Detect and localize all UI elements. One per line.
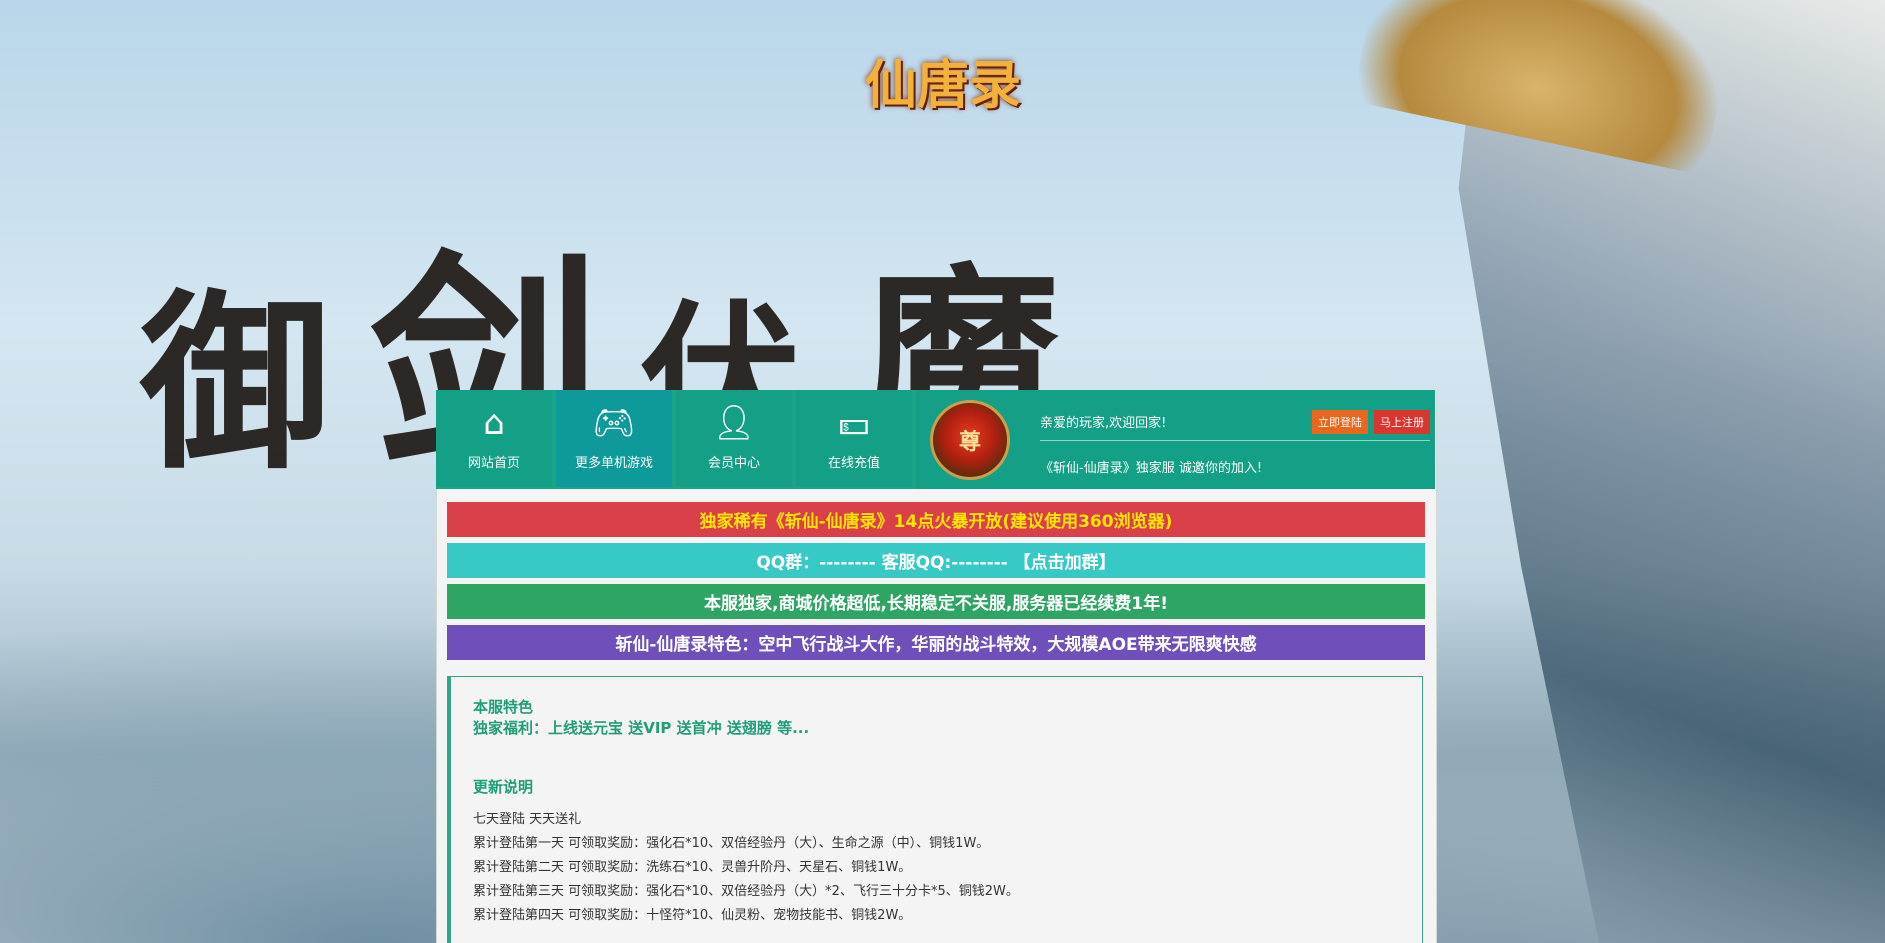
welcome-row: 亲爱的玩家,欢迎回家! 立即登陆 马上注册 — [1040, 404, 1430, 441]
update-line: 七天登陆 天天送礼 — [473, 812, 582, 827]
update-line: 累计登陆第二天 可领取奖励：洗练石*10、灵兽升阶丹、天星石、铜钱1W。 — [473, 860, 912, 875]
user-icon: 👤︎ — [712, 403, 756, 443]
gamepad-icon: 🎮︎ — [592, 403, 636, 443]
notice-banner-open[interactable]: 独家稀有《斩仙-仙唐录》14点火暴开放(建议使用360浏览器) — [447, 502, 1425, 537]
update-line: 累计登陆第三天 可领取奖励：强化石*10、双倍经验丹（大）*2、飞行三十分卡*5… — [473, 884, 1019, 899]
notice-banner-qq[interactable]: QQ群：-------- 客服QQ:-------- 【点击加群】 — [447, 543, 1425, 578]
update-line: 累计登陆第四天 可领取奖励：十怪符*10、仙灵粉、宠物技能书、铜钱2W。 — [473, 908, 912, 923]
vip-badge-icon: 尊 — [930, 399, 1010, 480]
content-panel: 本服特色 独家福利：上线送元宝 送VIP 送首冲 送翅膀 等... 更新说明 七… — [447, 676, 1423, 943]
money-icon: 💵︎ — [838, 403, 870, 443]
nav-recharge-label: 在线充值 — [827, 456, 880, 471]
update-line: 累计登陆第一天 可领取奖励：强化石*10、双倍经验丹（大）、生命之源（中）、铜钱… — [473, 836, 990, 851]
login-button[interactable]: 立即登陆 — [1312, 409, 1368, 434]
nav-home-label: 网站首页 — [467, 456, 520, 471]
invite-text: 《斩仙-仙唐录》独家服 诚邀你的加入! — [1040, 460, 1263, 476]
nav-home[interactable]: ⌂ 网站首页 — [436, 390, 552, 487]
nav-recharge[interactable]: 💵︎ 在线充值 — [796, 390, 912, 487]
update-title: 更新说明 — [473, 778, 534, 796]
home-icon: ⌂ — [483, 403, 505, 443]
nav-more-games[interactable]: 🎮︎ 更多单机游戏 — [556, 390, 672, 487]
nav-member-center-label: 会员中心 — [707, 456, 760, 471]
game-logo[interactable]: 仙唐录 — [838, 30, 1048, 130]
nav-more-games-label: 更多单机游戏 — [574, 456, 653, 471]
notice-banner-server[interactable]: 本服独家,商城价格超低,长期稳定不关服,服务器已经续费1年! — [447, 584, 1425, 619]
welcome-text: 亲爱的玩家,欢迎回家! — [1040, 416, 1167, 431]
register-button[interactable]: 马上注册 — [1374, 409, 1430, 434]
nav-member-center[interactable]: 👤︎ 会员中心 — [676, 390, 792, 487]
feature-title: 本服特色 — [473, 698, 534, 716]
member-panel: 尊 亲爱的玩家,欢迎回家! 立即登陆 马上注册 《斩仙-仙唐录》独家服 诚邀你的… — [916, 390, 1435, 489]
notice-banner-features[interactable]: 斩仙-仙唐录特色：空中飞行战斗大作，华丽的战斗特效，大规模AOE带来无限爽快感 — [447, 625, 1425, 660]
feature-text: 独家福利：上线送元宝 送VIP 送首冲 送翅膀 等... — [473, 719, 810, 737]
calligraphy-char: 御 — [140, 272, 331, 495]
member-info: 亲爱的玩家,欢迎回家! 立即登陆 马上注册 《斩仙-仙唐录》独家服 诚邀你的加入… — [1040, 404, 1430, 476]
top-nav: ⌂ 网站首页 🎮︎ 更多单机游戏 👤︎ 会员中心 💵︎ 在线充值 尊 亲爱的玩家… — [436, 390, 1435, 489]
